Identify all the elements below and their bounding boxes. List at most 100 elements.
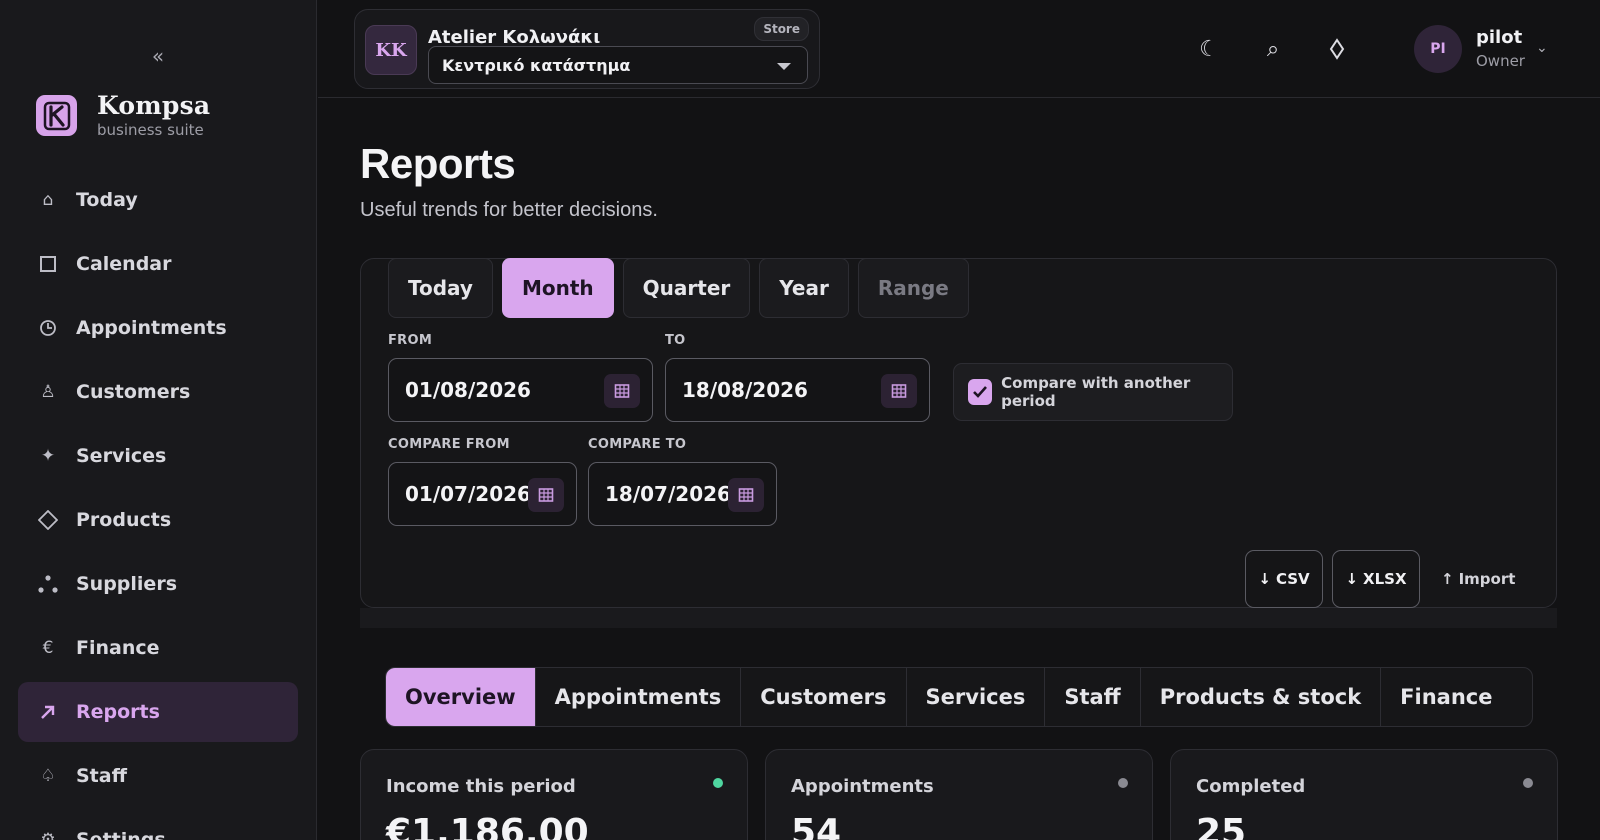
sidebar-item-products[interactable]: Products	[18, 490, 298, 550]
calendar-icon[interactable]	[728, 478, 764, 512]
sidebar-nav: ⌂ Today Calendar Appointments ♙ Customer…	[18, 170, 298, 840]
status-dot	[1523, 778, 1533, 788]
gear-icon: ⚙	[40, 830, 56, 840]
compare-to-value: 18/07/2026	[605, 482, 731, 506]
period-tab-year[interactable]: Year	[759, 258, 849, 318]
from-date-value: 01/08/2026	[405, 378, 531, 402]
to-date-input[interactable]: 18/08/2026	[665, 358, 930, 422]
sparkle-icon: ✦	[40, 446, 56, 466]
export-csv-label: CSV	[1275, 570, 1310, 588]
kpi-value: 54	[791, 812, 842, 840]
avatar[interactable]: PI	[1414, 25, 1462, 73]
sidebar-item-reports[interactable]: Reports	[18, 682, 298, 742]
store-name: Atelier Κολωνάκι	[428, 27, 601, 48]
kpi-card-income: Income this period €1,186.00	[360, 749, 748, 840]
compare-toggle[interactable]: Compare with another period	[953, 363, 1233, 421]
calendar-icon[interactable]	[528, 478, 564, 512]
arrow-up-right-icon	[36, 700, 60, 724]
brand-name: Kompsa	[97, 91, 211, 120]
filter-panel: Today Month Quarter Year Range FROM 01/0…	[360, 258, 1557, 608]
calendar-icon[interactable]	[881, 374, 917, 408]
top-header: KK Atelier Κολωνάκι Store Κεντρικό κατάσ…	[318, 0, 1600, 98]
arrow-down-icon: ↓	[1258, 570, 1271, 588]
export-xlsx-label: XLSX	[1363, 570, 1407, 588]
export-xlsx-button[interactable]: ↓ XLSX	[1332, 550, 1420, 608]
status-dot	[713, 778, 723, 788]
compare-from-label: COMPARE FROM	[388, 437, 510, 452]
caret-down-icon	[777, 63, 791, 70]
store-badge: Store	[754, 17, 809, 41]
calendar-icon[interactable]	[604, 374, 640, 408]
kpi-label: Income this period	[386, 776, 576, 797]
moon-icon[interactable]: ☾	[1194, 34, 1224, 64]
compare-to-input[interactable]: 18/07/2026	[588, 462, 777, 526]
store-avatar: KK	[365, 25, 417, 75]
sidebar-item-label: Customers	[76, 381, 191, 403]
sidebar-item-label: Settings	[76, 829, 166, 840]
sidebar-item-label: Appointments	[76, 317, 227, 339]
panel-divider	[360, 608, 1557, 628]
user-role: Owner	[1476, 52, 1525, 70]
sidebar-item-staff[interactable]: ♤ Staff	[18, 746, 298, 806]
store-switcher: KK Atelier Κολωνάκι Store Κεντρικό κατάσ…	[354, 9, 820, 89]
tab-services[interactable]: Services	[907, 668, 1046, 726]
period-tab-month[interactable]: Month	[501, 258, 614, 318]
period-tab-quarter[interactable]: Quarter	[622, 258, 751, 318]
compare-label: Compare with another period	[1001, 374, 1191, 410]
brand-logo	[36, 95, 77, 136]
sidebar-item-appointments[interactable]: Appointments	[18, 298, 298, 358]
import-button[interactable]: ↑ Import	[1441, 564, 1515, 594]
sidebar-item-finance[interactable]: € Finance	[18, 618, 298, 678]
sidebar-item-label: Finance	[76, 637, 160, 659]
kpi-label: Appointments	[791, 776, 934, 797]
branch-select[interactable]: Κεντρικό κατάστημα	[428, 46, 808, 84]
tab-overview[interactable]: Overview	[386, 668, 536, 726]
status-dot	[1118, 778, 1128, 788]
chevron-down-icon[interactable]: ⌄	[1536, 40, 1548, 56]
sidebar-item-suppliers[interactable]: Suppliers	[18, 554, 298, 614]
diamond-icon[interactable]	[1322, 34, 1352, 64]
to-date-value: 18/08/2026	[682, 378, 808, 402]
arrow-up-icon: ↑	[1441, 570, 1454, 588]
double-chevron-left-icon[interactable]: «	[146, 44, 170, 68]
sidebar-item-today[interactable]: ⌂ Today	[18, 170, 298, 230]
sidebar-item-settings[interactable]: ⚙ Settings	[18, 810, 298, 840]
branch-select-value: Κεντρικό κατάστημα	[442, 55, 631, 75]
kpi-card-appointments: Appointments 54	[765, 749, 1153, 840]
dots-icon	[36, 572, 60, 596]
tab-appointments[interactable]: Appointments	[536, 668, 742, 726]
sidebar-item-calendar[interactable]: Calendar	[18, 234, 298, 294]
from-date-input[interactable]: 01/08/2026	[388, 358, 653, 422]
sidebar-item-label: Services	[76, 445, 167, 467]
user-icon: ♤	[40, 766, 56, 786]
home-icon: ⌂	[42, 190, 54, 210]
kpi-value: €1,186.00	[386, 812, 589, 840]
tab-customers[interactable]: Customers	[741, 668, 907, 726]
brand[interactable]: Kompsa business suite	[36, 92, 210, 139]
tab-finance[interactable]: Finance	[1381, 668, 1511, 726]
period-tab-today[interactable]: Today	[388, 258, 493, 318]
sidebar-item-services[interactable]: ✦ Services	[18, 426, 298, 486]
compare-from-input[interactable]: 01/07/2026	[388, 462, 577, 526]
from-label: FROM	[388, 333, 433, 348]
compare-to-label: COMPARE TO	[588, 437, 687, 452]
sidebar-item-label: Suppliers	[76, 573, 178, 595]
tab-products-stock[interactable]: Products & stock	[1141, 668, 1382, 726]
kpi-label: Completed	[1196, 776, 1306, 797]
export-csv-button[interactable]: ↓ CSV	[1245, 550, 1323, 608]
period-tabs: Today Month Quarter Year Range	[388, 258, 978, 318]
clock-icon	[36, 316, 60, 340]
kpi-card-completed: Completed 25	[1170, 749, 1558, 840]
compare-checkbox[interactable]	[968, 379, 993, 405]
search-icon[interactable]: ⌕	[1258, 34, 1288, 64]
import-label: Import	[1458, 570, 1516, 588]
period-tab-range[interactable]: Range	[857, 258, 969, 318]
sidebar-item-customers[interactable]: ♙ Customers	[18, 362, 298, 422]
sidebar-item-label: Today	[76, 189, 138, 211]
euro-icon: €	[42, 638, 54, 658]
sidebar-item-label: Reports	[76, 701, 160, 723]
kpi-value: 25	[1196, 812, 1247, 840]
sidebar-item-label: Calendar	[76, 253, 172, 275]
user-name: pilot	[1476, 27, 1523, 48]
tab-staff[interactable]: Staff	[1045, 668, 1141, 726]
